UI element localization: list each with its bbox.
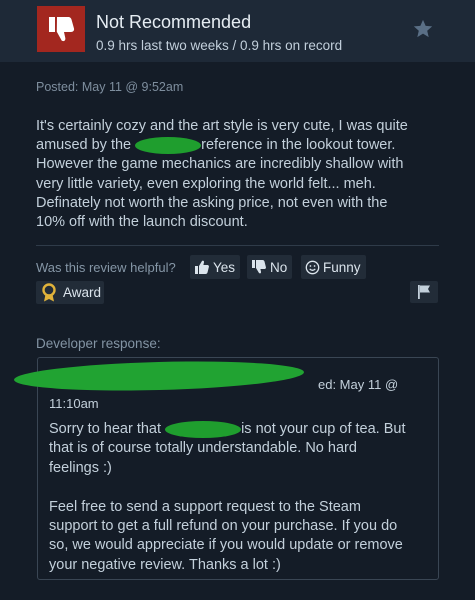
divider [36, 245, 439, 246]
thumbs-down-icon [252, 260, 266, 274]
review-header: Not Recommended 0.9 hrs last two weeks /… [0, 0, 475, 62]
helpful-label: Was this review helpful? [36, 260, 176, 275]
award-label: Award [63, 285, 102, 300]
award-button[interactable]: Award [36, 281, 104, 304]
review-line: Definately not worth the asking price, n… [36, 194, 388, 211]
vote-funny-button[interactable]: Funny [301, 255, 366, 279]
response-line: Feel free to send a support request to t… [49, 498, 361, 515]
review-line: 10% off with the launch discount. [36, 214, 248, 231]
developer-posted-date: ed: May 11 @ [318, 377, 399, 392]
award-medal-icon [42, 282, 56, 301]
redaction-mark [135, 136, 202, 154]
developer-response-label: Developer response: [36, 336, 161, 351]
review-line: amused by the reference in the lookout t… [36, 136, 456, 155]
response-line: Sorry to hear that is not your cup of te… [49, 420, 437, 439]
response-line: so, we would appreciate if you would upd… [49, 537, 403, 554]
response-text-fragment: is not your cup of tea. But [241, 421, 406, 437]
response-line: your negative review. Thanks a lot :) [49, 556, 281, 573]
review-text-fragment: reference in the lookout tower. [201, 137, 396, 154]
redaction-mark [165, 420, 242, 438]
flag-icon [418, 285, 430, 299]
response-text-fragment: Sorry to hear that [49, 421, 166, 437]
vote-yes-button[interactable]: Yes [190, 255, 241, 279]
developer-posted-time: 11:10am [49, 396, 99, 411]
verdict-thumbs-down-icon [37, 6, 85, 52]
developer-response-box: ed: May 11 @ 11:10am Sorry to hear that … [37, 357, 439, 580]
report-button[interactable] [410, 281, 438, 303]
response-line: that is of course totally understandable… [49, 440, 357, 457]
review-line: However the game mechanics are incredibl… [36, 156, 404, 173]
review-body: It's certainly cozy and the art style is… [36, 117, 456, 232]
smiley-icon [305, 260, 320, 274]
developer-response-text: Sorry to hear that is not your cup of te… [49, 420, 437, 575]
star-icon[interactable] [412, 18, 434, 40]
vote-no-label: No [270, 259, 288, 275]
review-posted-date: Posted: May 11 @ 9:52am [36, 80, 184, 94]
review-line: very little variety, even exploring the … [36, 175, 376, 192]
vote-no-button[interactable]: No [247, 255, 293, 279]
playtime-hours: 0.9 hrs last two weeks / 0.9 hrs on reco… [96, 38, 343, 53]
verdict-title: Not Recommended [96, 12, 252, 32]
helpful-row: Was this review helpful? Yes No Funny [36, 255, 456, 279]
response-line: feelings :) [49, 459, 112, 476]
review-line: It's certainly cozy and the art style is… [36, 118, 408, 134]
review-text-fragment: amused by the [36, 137, 136, 154]
vote-yes-label: Yes [213, 259, 236, 275]
thumbs-up-icon [195, 260, 209, 274]
vote-funny-label: Funny [323, 259, 361, 275]
response-line: support to get a full refund on your pur… [49, 518, 398, 535]
